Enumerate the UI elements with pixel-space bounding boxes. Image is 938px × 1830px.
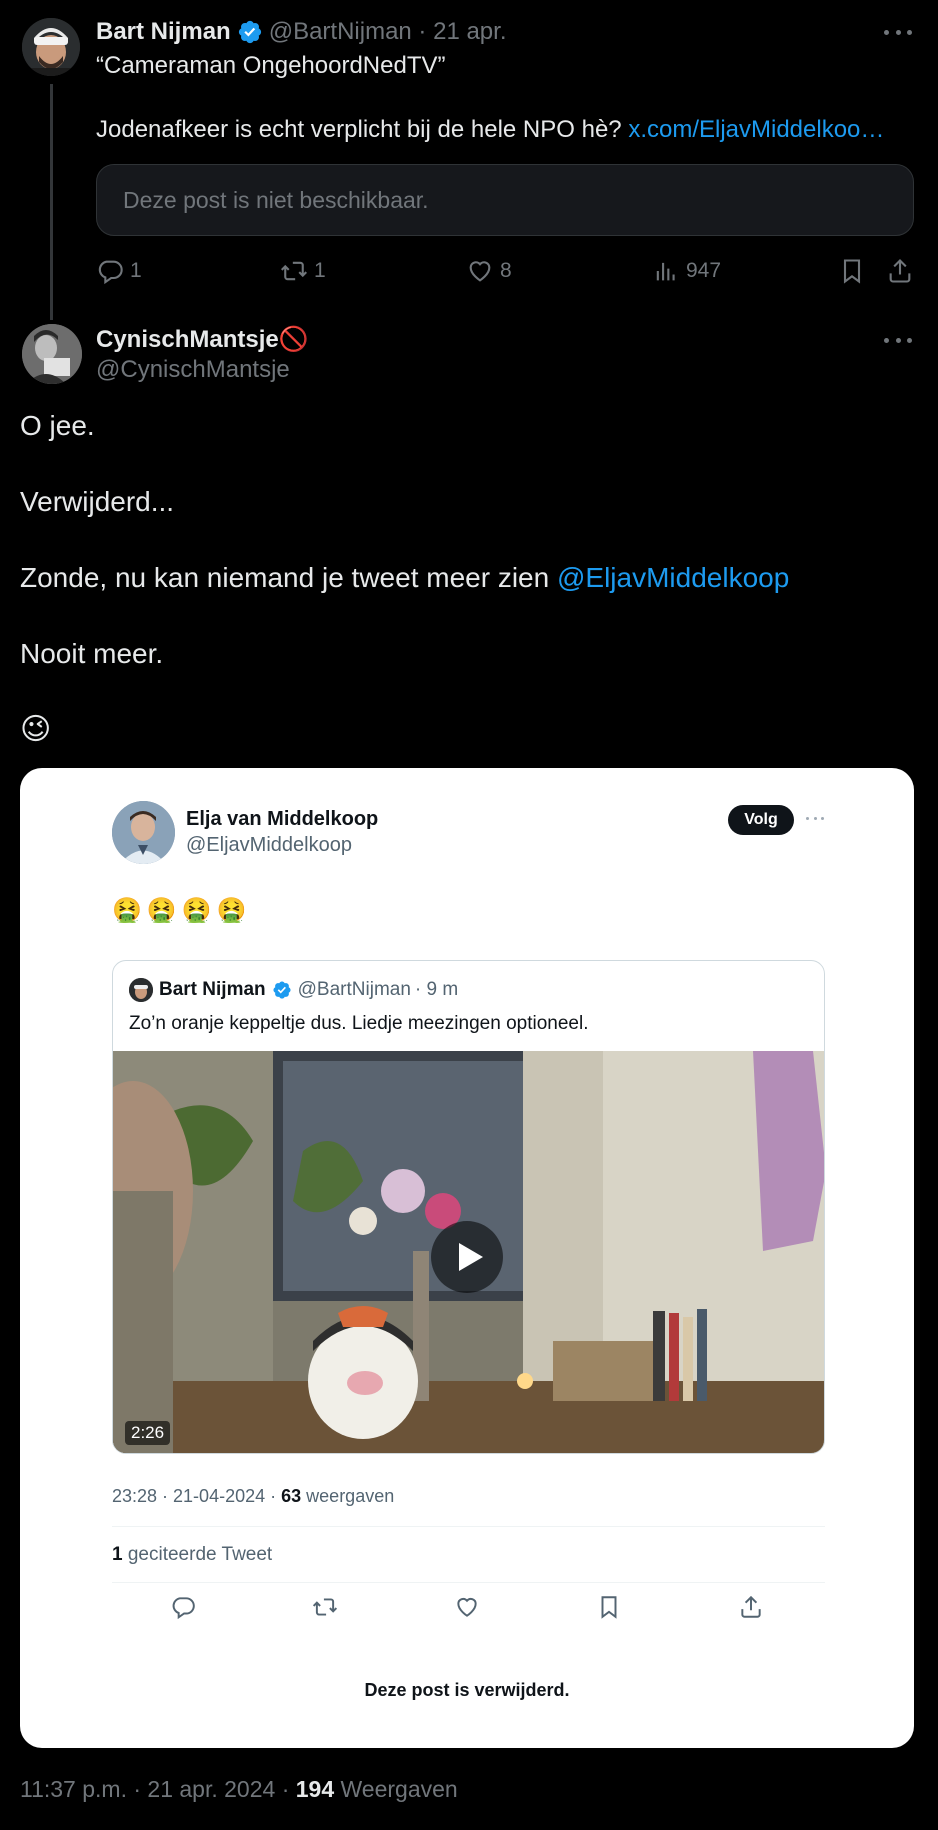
tweet-header: Bart Nijman @BartNijman · 21 apr. (96, 16, 507, 48)
unavailable-post-notice: Deze post is niet beschikbaar. (96, 164, 914, 236)
tweet-paragraph: Zonde, nu kan niemand je tweet meer zien… (20, 560, 789, 596)
tweet-timestamp[interactable]: 11:37 p.m. · 21 apr. 2024 · (20, 1776, 289, 1802)
play-icon (459, 1243, 483, 1271)
tweet-link[interactable]: x.com/EljavMiddelkoo… (628, 116, 884, 143)
more-options-icon[interactable] (884, 336, 912, 344)
quote-count-label: geciteerde Tweet (127, 1544, 273, 1565)
play-button (431, 1221, 503, 1293)
more-options-icon[interactable] (884, 28, 912, 36)
video-duration: 2:26 (125, 1421, 171, 1445)
author-handle[interactable]: @CynischMantsje (96, 356, 290, 384)
tweet-text-line: Jodenafkeer is echt verplicht bij de hel… (96, 114, 916, 146)
tweet-timestamp: 23:28 · 21-04-2024 · (112, 1486, 277, 1506)
tweet-text-body: Jodenafkeer is echt verplicht bij de hel… (96, 116, 622, 143)
author-handle[interactable]: @BartNijman (269, 18, 412, 46)
video-thumbnail: 2:26 (113, 1051, 824, 1453)
reply-button[interactable]: 1 (96, 252, 142, 290)
share-icon (741, 1595, 761, 1618)
tweet-paragraph: O jee. (20, 410, 95, 441)
repost-count: 1 (314, 259, 326, 282)
mention-link[interactable]: @EljavMiddelkoop (557, 562, 789, 593)
follow-button: Volg (728, 805, 794, 835)
divider (112, 1526, 825, 1527)
author-name[interactable]: Bart Nijman (96, 18, 231, 46)
avatar-image (22, 324, 82, 384)
quoted-tweet-header: Bart Nijman @BartNijman · 9 m (129, 977, 458, 1003)
tweet-paragraph: Nooit meer. (20, 638, 164, 669)
tweet-actions: 1 1 8 947 (96, 252, 914, 290)
bookmark-icon (601, 1596, 617, 1619)
reply-icon (98, 260, 123, 285)
emoji-row: 🤮 🤮 🤮 🤮 (112, 896, 247, 925)
vomit-emoji: 🤮 (216, 897, 247, 924)
view-count: 947 (686, 259, 722, 282)
avatar-image (129, 978, 153, 1002)
verified-badge-icon (238, 20, 261, 44)
author-name: Elja van Middelkoop (186, 808, 379, 830)
thread-line (50, 84, 53, 320)
heart-icon (469, 261, 491, 282)
bookmark-button[interactable] (838, 252, 872, 290)
tweet-footer: 11:37 p.m. · 21 apr. 2024 · 194 Weergave… (20, 1776, 458, 1803)
author-handle: @BartNijman (297, 979, 411, 1000)
tweet-paragraph-text: Zonde, nu kan niemand je tweet meer zien (20, 562, 550, 593)
author-name[interactable]: CynischMantsje🚫 (96, 322, 309, 356)
divider (112, 1582, 825, 1583)
more-options-icon (806, 817, 824, 823)
verified-badge-icon (273, 981, 291, 999)
reply-icon (172, 1597, 195, 1620)
view-count: 63 (281, 1486, 302, 1506)
repost-icon (281, 261, 307, 281)
like-button[interactable]: 8 (466, 252, 512, 290)
tweet-meta: 23:28 · 21-04-2024 · 63 weergaven (112, 1486, 394, 1507)
bookmark-icon (843, 259, 861, 284)
quote-count: 1 geciteerde Tweet (112, 1544, 272, 1566)
author-name: Bart Nijman (159, 979, 266, 1000)
vomit-emoji: 🤮 (181, 897, 212, 924)
share-icon (889, 259, 911, 283)
avatar[interactable] (22, 324, 82, 384)
views-button[interactable]: 947 (652, 252, 721, 290)
tweet-text-line: “Cameraman OngehoordNedTV” (96, 52, 446, 79)
tweet-paragraph: Verwijderd... (20, 486, 175, 517)
like-count: 8 (500, 259, 512, 282)
deleted-post-notice: Deze post is verwijderd. (364, 1680, 570, 1700)
quoted-tweet-text: Zo’n oranje keppeltje dus. Liedje meezin… (129, 1013, 589, 1034)
vomit-emoji: 🤮 (112, 897, 142, 924)
tweet-date[interactable]: 21 apr. (433, 18, 506, 46)
vomit-emoji: 🤮 (146, 897, 177, 924)
quoted-tweet: Bart Nijman @BartNijman · 9 m Zo’n oranj… (112, 960, 825, 1454)
parent-tweet[interactable]: Bart Nijman @BartNijman · 21 apr. “Camer… (0, 0, 938, 320)
views-label: Weergaven (340, 1776, 458, 1802)
avatar (129, 978, 153, 1002)
separator-dot: · (411, 18, 434, 45)
repost-button[interactable]: 1 (280, 252, 326, 290)
share-button[interactable] (886, 252, 920, 290)
views-label: weergaven (306, 1486, 395, 1506)
wink-emoji: 😉 (20, 713, 52, 746)
tweet-text: “Cameraman OngehoordNedTV” Jodenafkeer i… (96, 50, 916, 146)
embedded-image[interactable]: Elja van Middelkoop @EljavMiddelkoop Vol… (20, 768, 914, 1748)
author-handle: @EljavMiddelkoop (186, 834, 352, 856)
repost-icon (312, 1598, 338, 1616)
reply-count: 1 (130, 259, 142, 282)
avatar (112, 801, 175, 864)
views-chart-icon (656, 262, 675, 281)
avatar-image (112, 801, 175, 864)
view-count: 194 (295, 1776, 335, 1802)
avatar-image (22, 18, 80, 76)
heart-icon (457, 1597, 477, 1617)
quote-count-number: 1 (112, 1544, 123, 1565)
tweet-time: · 9 m (414, 979, 459, 1000)
tweet-text-blank (96, 82, 916, 114)
tweet-actions (112, 1594, 825, 1626)
avatar[interactable] (22, 18, 80, 76)
